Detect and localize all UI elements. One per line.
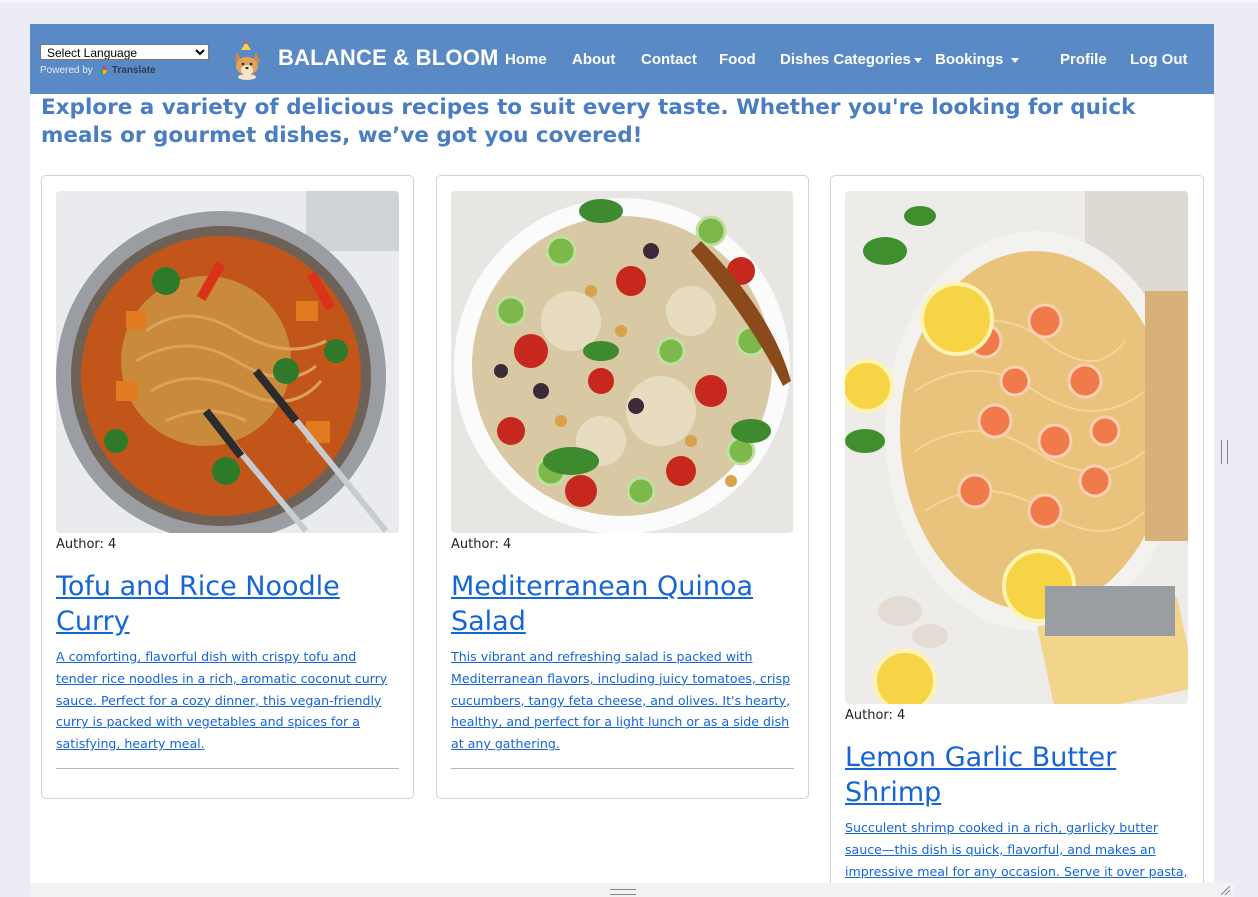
nav-home[interactable]: Home xyxy=(505,51,547,68)
recipe-description-link[interactable]: A comforting, flavorful dish with crispy… xyxy=(56,646,401,755)
recipe-card: Author: 4 Mediterranean Quinoa Salad Thi… xyxy=(436,175,809,799)
recipe-author: Author: 4 xyxy=(56,537,117,552)
nav-contact[interactable]: Contact xyxy=(641,51,697,68)
nav-bookings[interactable]: Bookings xyxy=(935,51,1019,68)
recipe-description-link[interactable]: Succulent shrimp cooked in a rich, garli… xyxy=(845,817,1190,882)
quinoa-salad-photo[interactable] xyxy=(451,191,793,533)
page-container: Select Language Powered by Translate BALA… xyxy=(30,24,1214,897)
corgi-logo-icon[interactable] xyxy=(232,40,264,80)
chevron-down-icon xyxy=(913,57,922,63)
nav-bookings-label: Bookings xyxy=(935,51,1004,68)
card-divider xyxy=(56,768,399,769)
nav-food[interactable]: Food xyxy=(719,51,756,68)
nav-about[interactable]: About xyxy=(572,51,615,68)
vertical-resize-grip-icon[interactable] xyxy=(1221,440,1228,464)
nav-logout[interactable]: Log Out xyxy=(1130,51,1187,68)
resize-handle-icon[interactable] xyxy=(1219,884,1231,896)
horizontal-scrollbar[interactable] xyxy=(30,883,1235,897)
scroll-grip-icon[interactable] xyxy=(610,889,636,895)
recipe-author: Author: 4 xyxy=(845,708,906,723)
recipe-card: Author: 4 Tofu and Rice Noodle Curry A c… xyxy=(41,175,414,799)
navbar: Select Language Powered by Translate BALA… xyxy=(30,24,1214,94)
recipe-author: Author: 4 xyxy=(451,537,512,552)
recipe-description-link[interactable]: This vibrant and refreshing salad is pac… xyxy=(451,646,796,755)
google-translate-widget: Select Language Powered by Translate xyxy=(40,42,210,76)
recipe-card: Author: 4 Lemon Garlic Butter Shrimp Suc… xyxy=(830,175,1204,897)
nav-dishes-categories[interactable]: Dishes Categories xyxy=(780,51,922,68)
recipe-title-link[interactable]: Mediterranean Quinoa Salad xyxy=(451,569,796,639)
powered-by-label: Powered by xyxy=(40,65,93,76)
brand-name[interactable]: BALANCE & BLOOM xyxy=(278,45,499,71)
noodle-curry-photo[interactable] xyxy=(56,191,399,533)
shrimp-pasta-photo[interactable] xyxy=(845,191,1188,704)
recipe-title-link[interactable]: Lemon Garlic Butter Shrimp xyxy=(845,740,1190,810)
language-select[interactable]: Select Language xyxy=(40,44,209,60)
chevron-down-icon xyxy=(1010,57,1019,63)
browser-top-strip xyxy=(0,0,1258,3)
translate-link[interactable]: Translate xyxy=(112,65,156,76)
nav-profile[interactable]: Profile xyxy=(1060,51,1107,68)
card-divider xyxy=(451,768,794,769)
google-icon xyxy=(98,66,107,75)
recipe-title-link[interactable]: Tofu and Rice Noodle Curry xyxy=(56,569,401,639)
intro-heading: Explore a variety of delicious recipes t… xyxy=(41,95,1136,148)
powered-by-text: Powered by Translate xyxy=(40,65,210,76)
nav-dishes-categories-label: Dishes Categories xyxy=(780,51,911,68)
